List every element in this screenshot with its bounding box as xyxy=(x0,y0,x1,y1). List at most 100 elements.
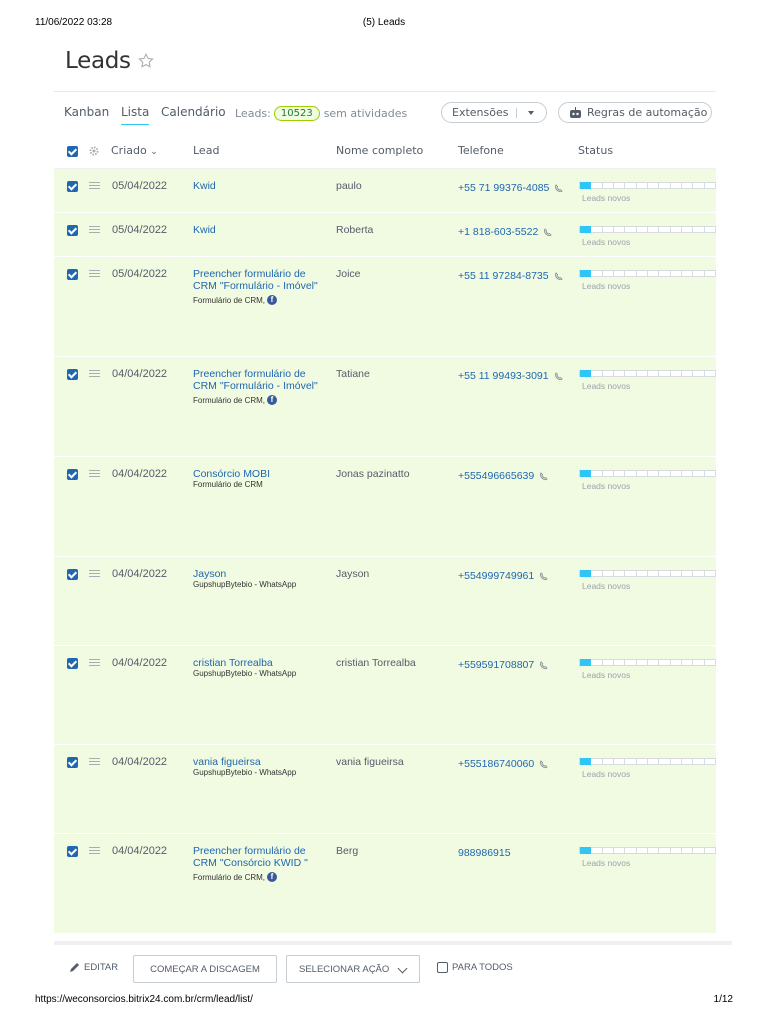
status-segment[interactable] xyxy=(591,182,603,189)
phone-link[interactable]: +555186740060 xyxy=(458,758,534,770)
caret-down-icon[interactable] xyxy=(528,111,534,115)
status-segment[interactable] xyxy=(693,470,705,477)
status-segment[interactable] xyxy=(636,182,648,189)
status-segment[interactable] xyxy=(681,659,694,666)
phone-link[interactable]: +555496665639 xyxy=(458,470,534,482)
status-segment[interactable] xyxy=(659,758,671,765)
status-segment[interactable] xyxy=(693,847,705,854)
status-segment[interactable] xyxy=(580,659,592,666)
status-segment[interactable] xyxy=(591,470,603,477)
row-checkbox[interactable] xyxy=(67,569,78,580)
status-segment[interactable] xyxy=(647,847,660,854)
status-segment[interactable] xyxy=(602,659,614,666)
status-segment[interactable] xyxy=(647,370,660,377)
status-segment[interactable] xyxy=(625,370,637,377)
status-segment[interactable] xyxy=(704,847,716,854)
status-segment[interactable] xyxy=(704,758,716,765)
extensions-button[interactable]: Extensões xyxy=(441,102,547,123)
phone-icon[interactable] xyxy=(539,660,548,670)
status-segment[interactable] xyxy=(613,270,626,277)
edit-button[interactable]: EDITAR xyxy=(68,961,118,974)
status-segment[interactable] xyxy=(580,270,592,277)
lead-title-link[interactable]: Consórcio MOBI xyxy=(193,468,270,480)
status-segment[interactable] xyxy=(647,758,660,765)
phone-link[interactable]: +55 11 99493-3091 xyxy=(458,370,549,382)
status-progress-bar[interactable] xyxy=(579,758,716,765)
status-segment[interactable] xyxy=(625,182,637,189)
lead-title-link[interactable]: Kwid xyxy=(193,224,216,236)
column-telefone[interactable]: Telefone xyxy=(458,144,504,157)
status-segment[interactable] xyxy=(670,182,682,189)
status-progress-bar[interactable] xyxy=(579,847,716,854)
status-segment[interactable] xyxy=(681,570,694,577)
status-segment[interactable] xyxy=(613,226,626,233)
status-segment[interactable] xyxy=(647,470,660,477)
phone-link[interactable]: 988986915 xyxy=(458,847,511,859)
status-segment[interactable] xyxy=(670,226,682,233)
status-segment[interactable] xyxy=(693,182,705,189)
row-menu-icon[interactable] xyxy=(89,370,100,378)
status-segment[interactable] xyxy=(681,270,694,277)
status-segment[interactable] xyxy=(670,570,682,577)
status-segment[interactable] xyxy=(693,226,705,233)
row-checkbox[interactable] xyxy=(67,846,78,857)
row-menu-icon[interactable] xyxy=(89,182,100,190)
table-row[interactable]: 04/04/2022 Consórcio MOBI Formulário de CR… xyxy=(54,457,716,557)
lead-title-link[interactable]: Kwid xyxy=(193,180,216,192)
phone-icon[interactable] xyxy=(539,471,548,481)
column-criado[interactable]: Criado ⌄ xyxy=(111,144,158,157)
status-segment[interactable] xyxy=(613,370,626,377)
status-segment[interactable] xyxy=(659,847,671,854)
status-segment[interactable] xyxy=(580,847,592,854)
phone-icon[interactable] xyxy=(554,271,563,281)
status-segment[interactable] xyxy=(591,226,603,233)
status-segment[interactable] xyxy=(625,758,637,765)
tab-kanban[interactable]: Kanban xyxy=(64,105,109,119)
status-segment[interactable] xyxy=(591,370,603,377)
row-menu-icon[interactable] xyxy=(89,470,100,478)
row-menu-icon[interactable] xyxy=(89,570,100,578)
status-progress-bar[interactable] xyxy=(579,659,716,666)
status-segment[interactable] xyxy=(659,270,671,277)
status-segment[interactable] xyxy=(693,370,705,377)
status-segment[interactable] xyxy=(591,270,603,277)
lead-title-link[interactable]: Preencher formulário de CRM "Formulário … xyxy=(193,368,318,392)
phone-icon[interactable] xyxy=(554,183,564,193)
status-segment[interactable] xyxy=(647,182,660,189)
status-progress-bar[interactable] xyxy=(579,226,716,233)
row-checkbox[interactable] xyxy=(67,757,78,768)
status-segment[interactable] xyxy=(636,659,648,666)
table-row[interactable]: 04/04/2022 Preencher formulário de CRM "C… xyxy=(54,834,716,934)
status-progress-bar[interactable] xyxy=(579,370,716,377)
status-segment[interactable] xyxy=(625,570,637,577)
table-row[interactable]: 04/04/2022 Jayson GupshupBytebio - WhatsAp… xyxy=(54,557,716,646)
status-segment[interactable] xyxy=(647,226,660,233)
status-segment[interactable] xyxy=(681,470,694,477)
column-nome-completo[interactable]: Nome completo xyxy=(336,144,423,157)
status-segment[interactable] xyxy=(704,370,716,377)
status-segment[interactable] xyxy=(659,182,671,189)
status-segment[interactable] xyxy=(613,182,626,189)
status-segment[interactable] xyxy=(670,847,682,854)
row-checkbox[interactable] xyxy=(67,369,78,380)
automation-rules-button[interactable]: Regras de automação xyxy=(558,102,712,123)
column-lead[interactable]: Lead xyxy=(193,144,219,157)
status-segment[interactable] xyxy=(659,370,671,377)
status-segment[interactable] xyxy=(659,226,671,233)
star-icon[interactable] xyxy=(137,52,155,70)
status-segment[interactable] xyxy=(591,847,603,854)
status-segment[interactable] xyxy=(636,758,648,765)
table-row[interactable]: 05/04/2022 Preencher formulário de CRM "F… xyxy=(54,257,716,357)
status-segment[interactable] xyxy=(681,226,694,233)
status-segment[interactable] xyxy=(704,570,716,577)
status-segment[interactable] xyxy=(670,270,682,277)
status-progress-bar[interactable] xyxy=(579,270,716,277)
table-row[interactable]: 04/04/2022 Preencher formulário de CRM "F… xyxy=(54,357,716,457)
status-segment[interactable] xyxy=(704,470,716,477)
status-progress-bar[interactable] xyxy=(579,570,716,577)
lead-title-link[interactable]: cristian Torrealba xyxy=(193,657,273,669)
status-segment[interactable] xyxy=(704,659,716,666)
status-segment[interactable] xyxy=(602,758,614,765)
status-progress-bar[interactable] xyxy=(579,182,716,189)
status-segment[interactable] xyxy=(693,570,705,577)
